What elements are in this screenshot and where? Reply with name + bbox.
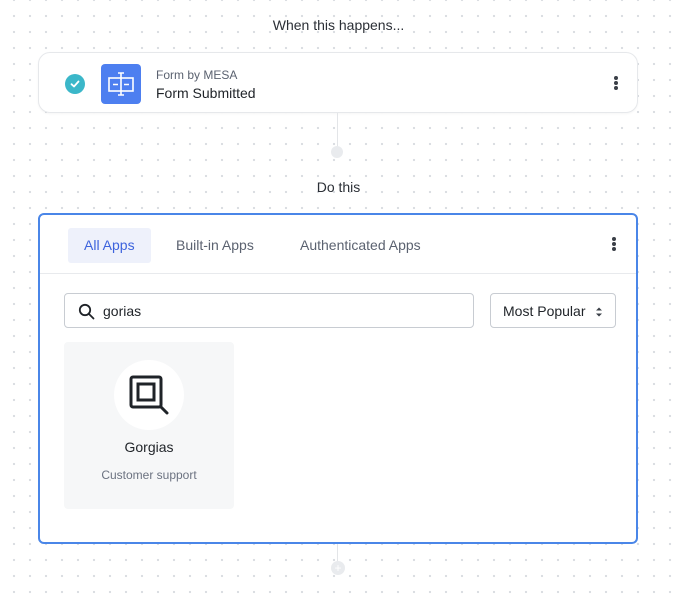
check-circle-icon [65, 74, 85, 94]
flow-connector [337, 544, 338, 562]
tab-built-in-apps[interactable]: Built-in Apps [160, 228, 270, 263]
sort-caret-icon [595, 305, 603, 323]
trigger-event-name: Form Submitted [156, 85, 256, 101]
tab-authenticated-apps[interactable]: Authenticated Apps [284, 228, 437, 263]
sort-selected-value: Most Popular [503, 303, 586, 319]
app-search-field[interactable] [64, 293, 474, 328]
more-options-icon[interactable] [610, 73, 622, 93]
search-input[interactable] [103, 294, 463, 327]
app-result-category: Customer support [101, 468, 197, 482]
form-icon [101, 64, 141, 104]
tab-all-apps[interactable]: All Apps [68, 228, 151, 263]
sort-select[interactable]: Most Popular [490, 293, 616, 328]
action-picker-card: All Apps Built-in Apps Authenticated App… [38, 213, 638, 544]
trigger-heading: When this happens... [272, 17, 405, 33]
add-step-icon[interactable]: + [331, 561, 345, 575]
app-result-name: Gorgias [124, 439, 174, 455]
app-category-tabs: All Apps Built-in Apps Authenticated App… [40, 215, 636, 274]
connector-dot [331, 146, 343, 158]
action-heading: Do this [316, 179, 361, 195]
search-icon [78, 303, 95, 325]
app-result-tile[interactable]: Gorgias Customer support [64, 342, 234, 509]
gorgias-logo-icon [114, 360, 184, 430]
trigger-step-card[interactable]: Form by MESA Form Submitted [38, 52, 638, 113]
trigger-app-name: Form by MESA [156, 68, 238, 82]
more-options-icon[interactable] [608, 234, 620, 254]
